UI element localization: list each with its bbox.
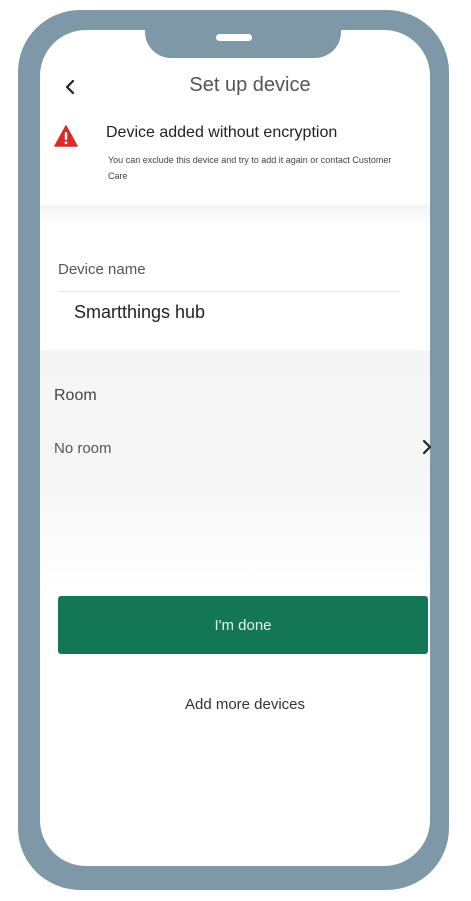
device-name-underline [58,291,400,292]
room-value: No room [54,440,112,457]
speaker-bar [216,34,252,41]
room-label: Room [54,387,97,404]
page-title: Set up device [189,74,311,96]
section-divider [40,205,430,225]
add-more-devices-button[interactable]: Add more devices [100,696,390,713]
device-name-label: Device name [58,261,146,278]
warning-triangle-icon [54,124,78,148]
device-name-field[interactable]: Smartthings hub [74,302,205,323]
chevron-right-icon [420,434,434,460]
room-section-background [40,350,430,590]
warning-title: Device added without encryption [106,124,338,141]
back-chevron-icon[interactable] [60,76,82,98]
done-button[interactable]: I'm done [58,596,428,654]
done-button-label: I'm done [214,616,272,634]
warning-message: You can exclude this device and try to a… [108,155,392,181]
room-selector[interactable]: No room [54,432,434,462]
